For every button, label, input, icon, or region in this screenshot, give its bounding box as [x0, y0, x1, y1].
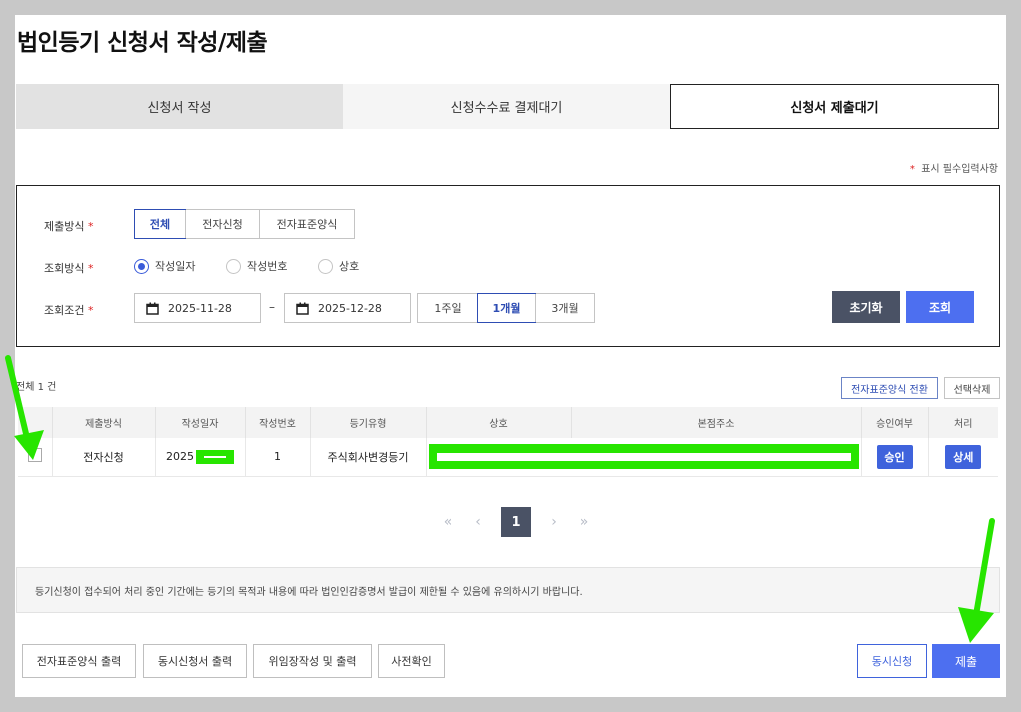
approve-button[interactable]: 승인: [876, 444, 913, 469]
date-to-input[interactable]: 2025-12-28: [284, 293, 411, 323]
reset-button[interactable]: 초기화: [832, 291, 900, 323]
period-segment: 1주일 1개월 3개월: [417, 293, 595, 323]
date-to-value: 2025-12-28: [318, 301, 382, 315]
pagination: « ‹ 1 › »: [433, 507, 599, 537]
precheck-button[interactable]: 사전확인: [378, 644, 445, 678]
method-label: 제출방식 *: [44, 218, 93, 234]
method-segment: 전체 전자신청 전자표준양식: [134, 209, 355, 239]
required-note-text: 표시 필수입력사항: [921, 164, 998, 175]
date-separator: –: [269, 300, 275, 314]
arrow-annotation-submit: [958, 518, 995, 643]
radio-write-number-label: 작성번호: [247, 260, 288, 273]
redaction-line: [204, 455, 226, 458]
arrow-annotation-checkbox: [5, 355, 44, 460]
method-all-button[interactable]: 전체: [134, 209, 186, 239]
required-note: * 표시 필수입력사항: [910, 160, 998, 175]
last-page-icon[interactable]: »: [569, 507, 599, 537]
lookup-label-text: 조회방식: [44, 262, 85, 275]
cell-name-address: [425, 438, 861, 477]
search-button[interactable]: 조회: [906, 291, 974, 323]
tab-submit-pending[interactable]: 신청서 제출대기: [670, 84, 999, 129]
radio-company-name[interactable]: 상호: [318, 258, 359, 274]
prev-page-icon[interactable]: ‹: [463, 507, 493, 537]
radio-write-date[interactable]: 작성일자: [134, 258, 195, 274]
required-star: *: [909, 164, 915, 175]
radio-company-name-label: 상호: [339, 260, 360, 273]
tab-write[interactable]: 신청서 작성: [16, 84, 343, 129]
calendar-icon: [146, 302, 159, 315]
column-header: 등기유형: [309, 407, 426, 438]
redaction-mark: [196, 449, 234, 464]
cell-date: 2025: [154, 438, 245, 477]
convert-standard-button[interactable]: 전자표준양식 전환: [841, 377, 938, 399]
period-1month-button[interactable]: 1개월: [477, 293, 536, 323]
column-header: 제출방식: [51, 407, 155, 438]
required-star: *: [87, 262, 94, 275]
redaction-line: [436, 453, 851, 462]
radio-write-number[interactable]: 작성번호: [226, 258, 287, 274]
notice-box: 등기신청이 접수되어 처리 중인 기간에는 등기의 목적과 내용에 따라 법인인…: [16, 567, 1000, 613]
result-table: 제출방식 작성일자 작성번호 등기유형 상호 본점주소 승인여부 처리 전자신청…: [18, 407, 998, 477]
calendar-icon: [296, 302, 309, 315]
tab-payment-pending[interactable]: 신청수수료 결제대기: [343, 84, 670, 129]
lookup-label: 조회방식 *: [44, 260, 93, 276]
cell-type: 주식회사변경등기: [309, 438, 426, 477]
page-title: 법인등기 신청서 작성/제출: [17, 30, 268, 56]
column-header: 처리: [927, 407, 998, 438]
column-header: 상호: [425, 407, 571, 438]
required-star: *: [87, 220, 94, 233]
method-label-text: 제출방식: [44, 220, 85, 233]
column-header: 승인여부: [860, 407, 928, 438]
cell-method: 전자신청: [51, 438, 155, 477]
table-row[interactable]: 전자신청 2025 1 주식회사변경등기 승인 상세: [18, 438, 998, 477]
required-star: *: [87, 304, 94, 317]
print-standard-button[interactable]: 전자표준양식 출력: [22, 644, 136, 678]
first-page-icon[interactable]: «: [433, 507, 463, 537]
radio-dot[interactable]: [318, 258, 333, 274]
method-standard-button[interactable]: 전자표준양식: [259, 210, 354, 238]
simultaneous-apply-button[interactable]: 동시신청: [857, 644, 927, 678]
submit-button[interactable]: 제출: [932, 644, 1000, 678]
page: 법인등기 신청서 작성/제출 신청서 작성 신청수수료 결제대기 신청서 제출대…: [15, 15, 1006, 697]
period-1week-button[interactable]: 1주일: [418, 294, 478, 322]
cell-approve: 승인: [860, 438, 928, 477]
column-header: 작성일자: [154, 407, 245, 438]
page-current[interactable]: 1: [501, 507, 531, 537]
search-panel: 제출방식 * 전체 전자신청 전자표준양식 조회방식 * 작성일자 작성번호 상…: [16, 185, 1000, 347]
proxy-write-button[interactable]: 위임장작성 및 출력: [253, 644, 372, 678]
redaction-mark: [428, 444, 859, 470]
condition-label: 조회조건 *: [44, 302, 93, 318]
radio-dot-checked[interactable]: [134, 258, 149, 274]
radio-write-date-label: 작성일자: [155, 260, 196, 273]
column-header: 작성번호: [244, 407, 310, 438]
delete-selected-button[interactable]: 선택삭제: [944, 377, 1000, 399]
column-header: 본점주소: [570, 407, 861, 438]
condition-label-text: 조회조건: [44, 304, 85, 317]
detail-button[interactable]: 상세: [945, 444, 982, 469]
date-from-input[interactable]: 2025-11-28: [134, 293, 261, 323]
period-3month-button[interactable]: 3개월: [535, 294, 594, 322]
cell-action: 상세: [927, 438, 998, 477]
cell-date-text: 2025: [166, 449, 194, 463]
table-header-row: 제출방식 작성일자 작성번호 등기유형 상호 본점주소 승인여부 처리: [18, 407, 998, 438]
next-page-icon[interactable]: ›: [539, 507, 569, 537]
method-electronic-button[interactable]: 전자신청: [185, 210, 259, 238]
date-from-value: 2025-11-28: [168, 301, 232, 315]
cell-number: 1: [244, 438, 310, 477]
print-simultaneous-button[interactable]: 동시신청서 출력: [143, 644, 247, 678]
radio-dot[interactable]: [226, 258, 241, 274]
